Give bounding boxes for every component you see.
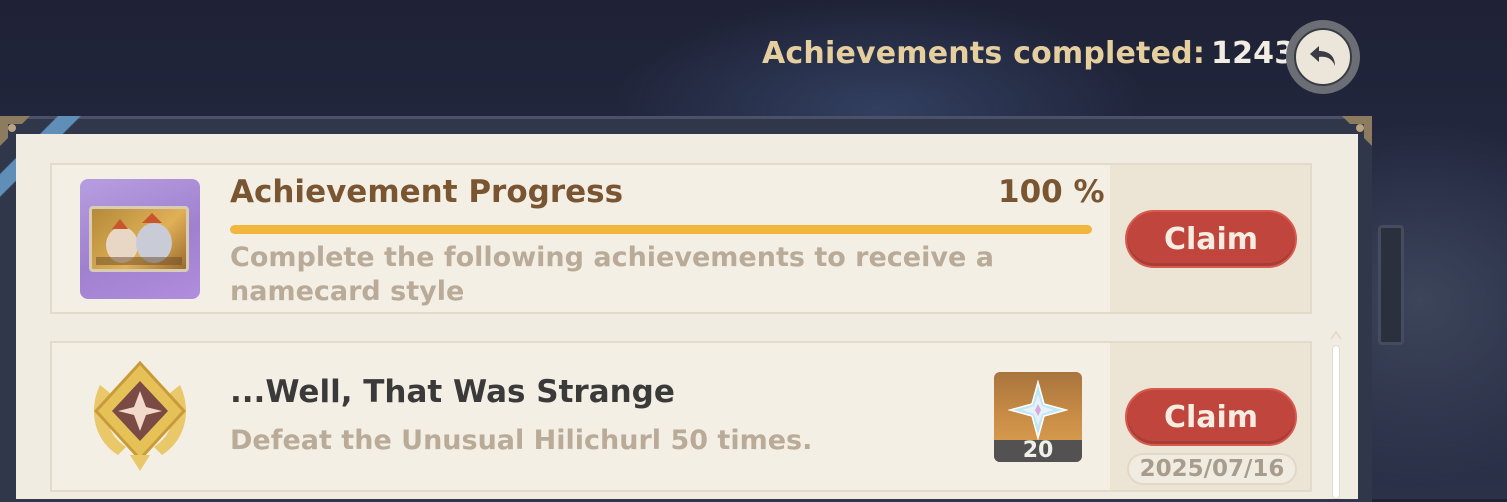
progress-description: Complete the following achievements to r… bbox=[230, 242, 994, 307]
scrollbar[interactable] bbox=[1332, 345, 1340, 499]
achievements-completed-value: 1243 bbox=[1211, 36, 1296, 71]
namecard-image bbox=[89, 206, 189, 272]
achievement-title: ...Well, That Was Strange bbox=[230, 374, 675, 410]
back-button[interactable] bbox=[1286, 20, 1360, 94]
primogem-icon bbox=[1008, 380, 1068, 440]
scroll-up-icon[interactable] bbox=[1330, 330, 1342, 340]
progress-percent: 100 % bbox=[998, 174, 1105, 210]
achievement-badge-icon bbox=[93, 360, 187, 471]
claim-achievement-button[interactable]: Claim bbox=[1125, 388, 1297, 446]
back-arrow-icon bbox=[1294, 28, 1352, 86]
achievements-completed-label: Achievements completed: bbox=[762, 36, 1206, 71]
progress-bar-fill bbox=[230, 225, 1092, 234]
claim-namecard-button[interactable]: Claim bbox=[1125, 210, 1297, 268]
progress-title: Achievement Progress bbox=[230, 174, 624, 210]
achievements-completed-counter: Achievements completed: 1243 bbox=[762, 36, 1295, 71]
completion-date: 2025/07/16 bbox=[1127, 453, 1297, 485]
progress-bar bbox=[230, 225, 1092, 234]
reward-item[interactable]: 20 bbox=[994, 372, 1082, 462]
achievement-description: Defeat the Unusual Hilichurl 50 times. bbox=[230, 425, 813, 456]
side-handle bbox=[1378, 225, 1404, 345]
namecard-icon bbox=[80, 179, 200, 299]
reward-quantity: 20 bbox=[994, 440, 1082, 462]
achievement-card bbox=[50, 341, 1312, 492]
